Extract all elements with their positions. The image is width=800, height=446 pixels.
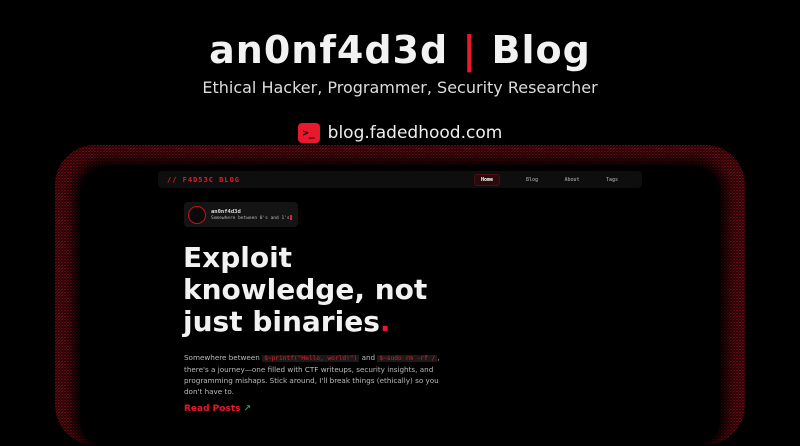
title-blog: Blog: [491, 28, 591, 72]
nav-about[interactable]: About: [552, 177, 592, 183]
terminal-icon: >_: [297, 123, 320, 143]
subtitle: Ethical Hacker, Programmer, Security Res…: [202, 78, 598, 97]
profile-tagline: Somewhere between 0's and 1's: [211, 215, 290, 221]
page-title: an0nf4d3d | Blog: [0, 28, 800, 72]
read-posts-link[interactable]: Read Posts ↗: [184, 404, 251, 414]
nav-brand[interactable]: // F4D53C BLOG: [167, 176, 240, 184]
avatar: [188, 205, 206, 224]
hero-line-3: just binaries: [183, 305, 380, 338]
title-name: an0nf4d3d: [209, 28, 449, 72]
navbar: // F4D53C BLOG Home Blog About Tags: [158, 171, 642, 188]
read-posts-label[interactable]: Read Posts: [184, 404, 240, 414]
desc-part: Somewhere between: [184, 353, 260, 362]
arrow-up-right-icon: ↗: [243, 404, 252, 414]
code-snippet: $~printf("Hello, world!"): [262, 355, 360, 362]
nav-home[interactable]: Home: [474, 173, 500, 186]
code-snippet: $~sudo rm -rf /: [377, 355, 438, 362]
nav-tags[interactable]: Tags: [592, 177, 632, 183]
cursor-icon: [289, 214, 292, 220]
title-separator: |: [462, 28, 478, 72]
nav-blog[interactable]: Blog: [512, 177, 552, 183]
profile-card: an0nf4d3d Somewhere between 0's and 1's: [184, 202, 298, 227]
hero-line-1: Exploit: [183, 241, 293, 274]
hero-heading: Exploit knowledge, not just binaries.: [183, 242, 427, 338]
intro-text: Somewhere between $~printf("Hello, world…: [184, 352, 459, 397]
site-url[interactable]: >_ blog.fadedhood.com: [0, 123, 800, 143]
hero-line-2: knowledge, not: [183, 273, 428, 306]
site-url-text[interactable]: blog.fadedhood.com: [328, 123, 503, 143]
desc-part: and: [361, 353, 376, 362]
hero-dot: .: [379, 305, 391, 338]
